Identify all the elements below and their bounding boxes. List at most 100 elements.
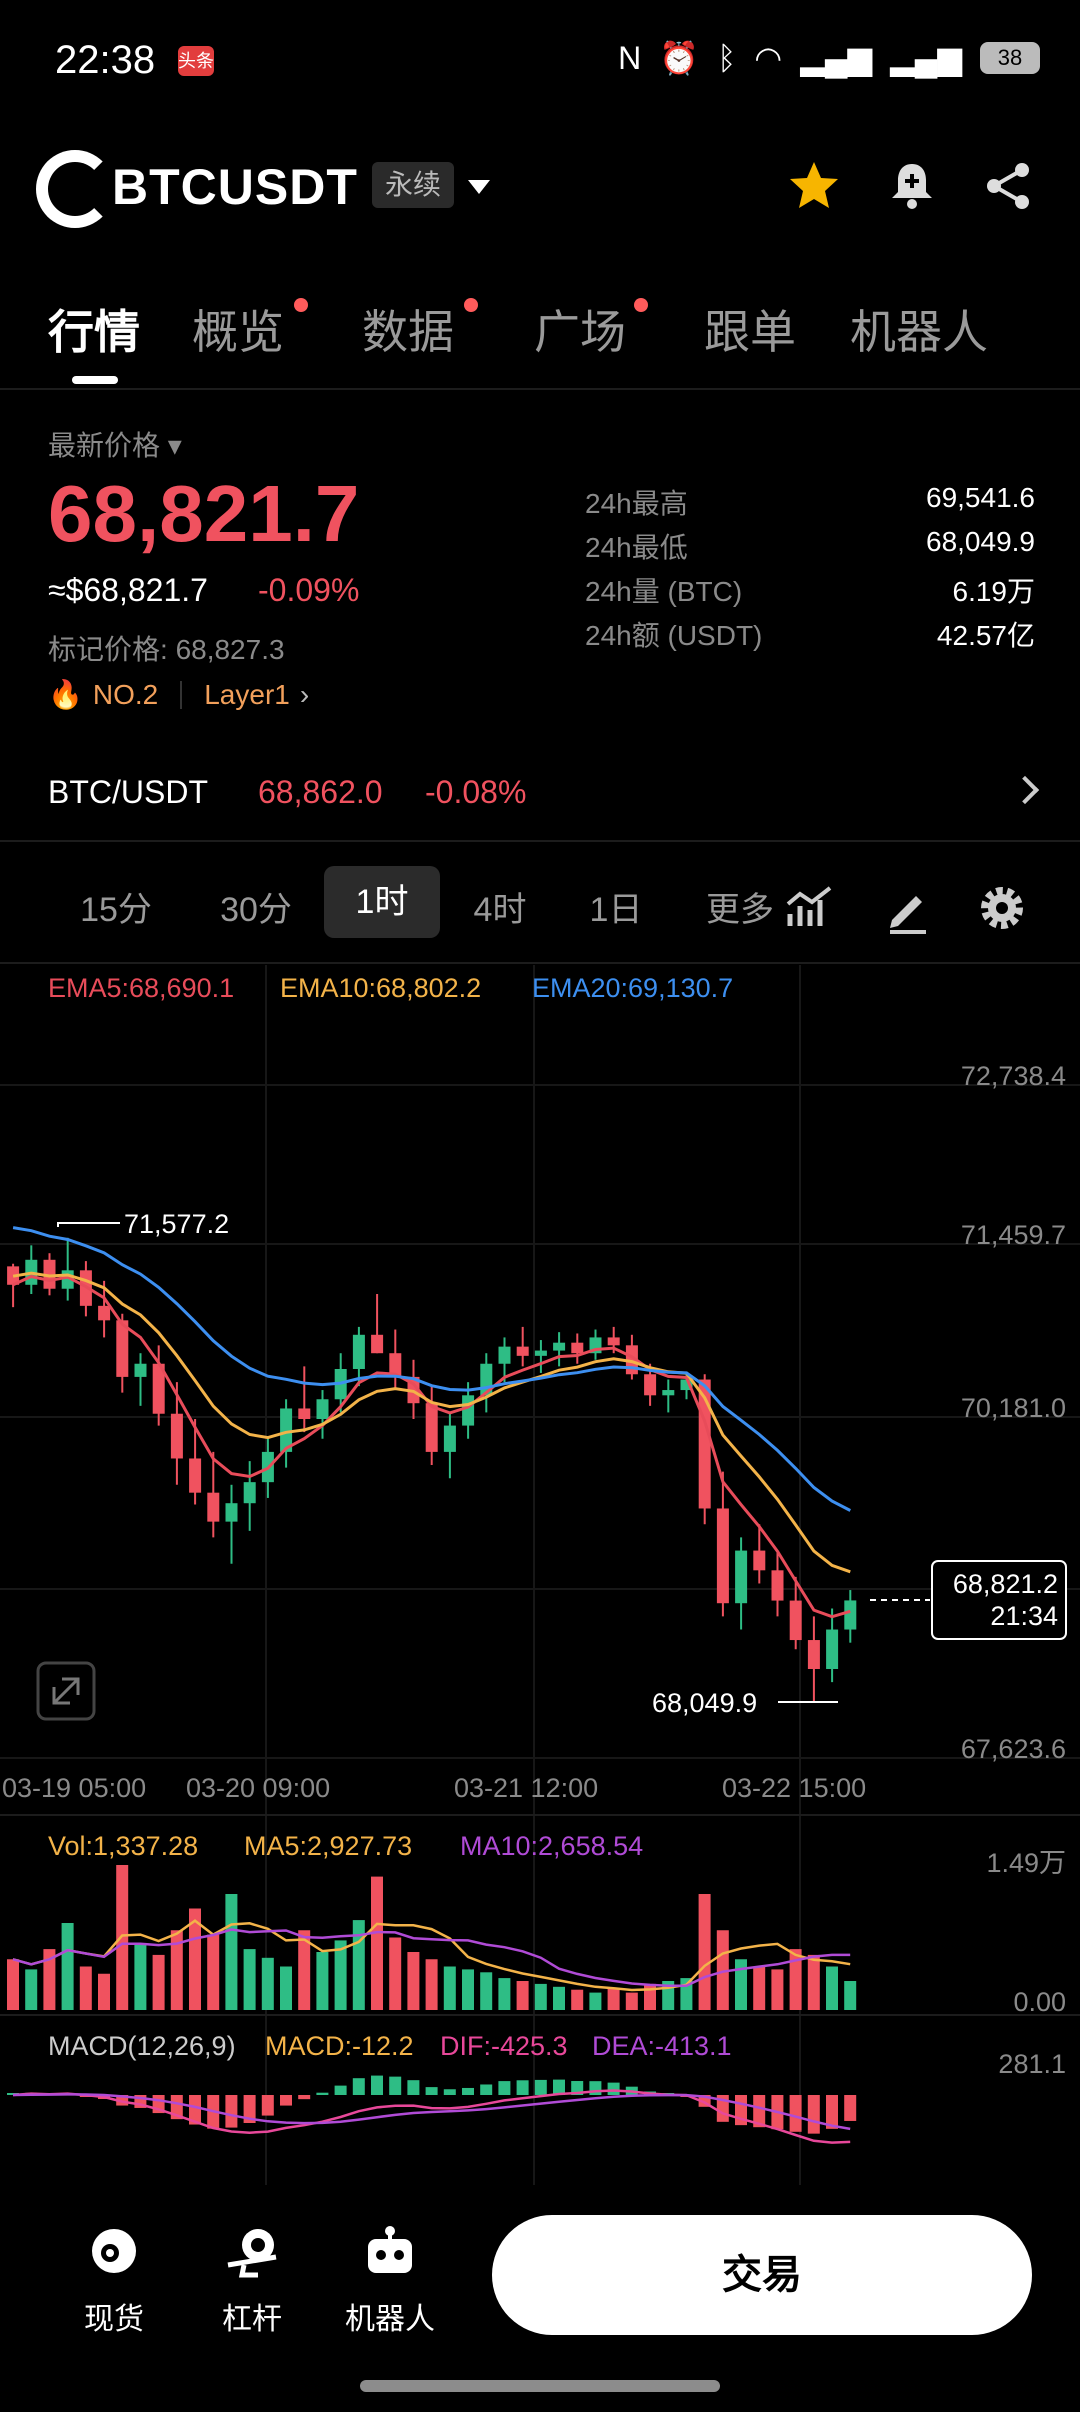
stat-24h-low: 24h最低 68,049.9	[585, 526, 1035, 563]
candle-body	[662, 1390, 675, 1396]
candle-body	[753, 1550, 766, 1571]
interval-1h[interactable]: 1时	[324, 866, 440, 938]
interval-bar: 15分 30分 1时 4时 1日 更多	[0, 860, 1080, 940]
macd-bar	[844, 2095, 857, 2121]
tab-copy-trading[interactable]: 跟单	[704, 296, 796, 362]
candle-countdown: 21:34	[990, 1601, 1058, 1631]
stat-24h-high: 24h最高 69,541.6	[585, 482, 1035, 519]
robot-icon	[368, 2226, 412, 2273]
top-header: BTCUSDT 永续	[0, 140, 1080, 240]
volume-bar	[61, 1923, 74, 2010]
volume-bar	[771, 1969, 784, 2010]
volume-bar	[243, 1949, 256, 2010]
candle-body	[462, 1395, 475, 1426]
favorite-star-icon[interactable]	[786, 158, 842, 214]
macd-y-tick: 281.1	[998, 2049, 1066, 2079]
contract-type-badge: 永续	[372, 162, 454, 208]
high-marker-line	[57, 1222, 120, 1227]
volume-bar	[98, 1973, 110, 2010]
spot-price: 68,862.0	[258, 774, 383, 810]
volume-bar	[280, 1966, 292, 2010]
stat-24h-volume: 24h量 (BTC) 6.19万	[585, 576, 1035, 607]
margin-nav[interactable]: 杠杆	[192, 2223, 312, 2338]
macd-bar	[334, 2085, 347, 2095]
macd-bar	[407, 2080, 420, 2095]
candle-body	[807, 1640, 820, 1669]
tab-overview[interactable]: 概览	[192, 296, 284, 362]
volume-bar	[553, 1986, 565, 2010]
stat-24h-turnover: 24h额 (USDT) 42.57亿	[585, 620, 1035, 651]
tab-market[interactable]: 行情	[48, 296, 140, 362]
volume-bar	[534, 1983, 547, 2010]
y-tick: 72,738.4	[961, 1061, 1066, 1091]
candle-body	[134, 1363, 147, 1377]
candle-body	[170, 1413, 183, 1459]
news-app-badge: 头条	[178, 46, 214, 76]
interval-more[interactable]: 更多	[700, 874, 780, 946]
mark-price: 标记价格: 68,827.3	[48, 634, 285, 665]
volume-ma5-label: MA5:2,927.73	[244, 1831, 412, 1861]
interval-1d[interactable]: 1日	[556, 874, 676, 946]
kline-chart[interactable]: EMA5:68,690.1 EMA10:68,802.2 EMA20:69,13…	[0, 965, 1080, 2190]
volume-bar	[571, 1989, 584, 2010]
x-tick: 03-19 05:00	[2, 1773, 146, 1803]
macd-bar	[498, 2081, 511, 2095]
trade-button[interactable]: 交易	[492, 2215, 1032, 2335]
macd-title: MACD(12,26,9)	[48, 2031, 236, 2061]
last-price-label[interactable]: 最新价格 ▾	[48, 424, 182, 464]
symbol-dropdown-icon[interactable]	[468, 180, 490, 194]
indicators-icon[interactable]	[782, 880, 838, 936]
draw-pencil-icon[interactable]	[880, 880, 936, 936]
macd-bar	[389, 2076, 402, 2095]
spot-nav[interactable]: 现货	[54, 2223, 174, 2338]
chart-settings-gear-icon[interactable]	[974, 880, 1030, 936]
dif-value: DIF:-425.3	[440, 2031, 568, 2061]
divider	[0, 962, 1080, 964]
macd-bar	[261, 2095, 274, 2116]
volume-bar	[807, 1954, 820, 2010]
chevron-right-icon	[1010, 775, 1040, 805]
exchange-logo-icon	[36, 150, 114, 228]
tab-bots[interactable]: 机器人	[850, 296, 988, 362]
volume-bars	[7, 1865, 857, 2010]
macd-bar	[789, 2095, 802, 2132]
interval-15m[interactable]: 15分	[56, 874, 176, 946]
share-icon[interactable]	[980, 158, 1036, 214]
interval-4h[interactable]: 4时	[440, 874, 560, 946]
volume-bar	[79, 1966, 92, 2010]
volume-bar	[516, 1981, 529, 2010]
candle-body	[571, 1342, 584, 1354]
candle-body	[425, 1403, 438, 1452]
macd-bar	[534, 2079, 547, 2095]
macd-bar	[225, 2095, 238, 2128]
sector-tag: Layer1	[204, 678, 290, 710]
spot-nav-label: 现货	[84, 2303, 144, 2336]
rank-badge: NO.2	[92, 678, 159, 710]
battery-indicator: 38	[980, 42, 1040, 74]
home-indicator[interactable]	[360, 2380, 720, 2392]
interval-30m[interactable]: 30分	[196, 874, 316, 946]
candle-body	[644, 1374, 657, 1396]
macd-bar	[371, 2075, 383, 2095]
tab-data[interactable]: 数据	[362, 296, 454, 362]
ranking-row[interactable]: 🔥 NO.2 Layer1 ›	[48, 678, 309, 711]
y-tick: 71,459.7	[961, 1220, 1066, 1250]
volume-bar	[407, 1952, 420, 2010]
tab-square[interactable]: 广场	[534, 296, 626, 362]
macd-bar	[480, 2084, 493, 2095]
divider	[0, 388, 1080, 390]
symbol-title[interactable]: BTCUSDT	[112, 158, 358, 216]
robot-nav[interactable]: 机器人	[330, 2223, 450, 2338]
last-price: 68,821.7	[48, 469, 360, 558]
price-change-percent: -0.09%	[258, 572, 360, 608]
macd-bar	[298, 2095, 311, 2100]
candle-body	[443, 1425, 456, 1452]
volume-bar	[316, 1952, 329, 2010]
tab-data-dot	[464, 298, 478, 312]
spot-price-row[interactable]: BTC/USDT 68,862.0 -0.08%	[0, 760, 1080, 830]
volume-bar	[443, 1966, 456, 2010]
y-tick: 70,181.0	[961, 1393, 1066, 1423]
section-tabs: 行情 概览 数据 广场 跟单 机器人	[0, 290, 1080, 390]
price-alert-bell-icon[interactable]	[884, 158, 940, 214]
fire-icon: 🔥	[48, 679, 83, 710]
